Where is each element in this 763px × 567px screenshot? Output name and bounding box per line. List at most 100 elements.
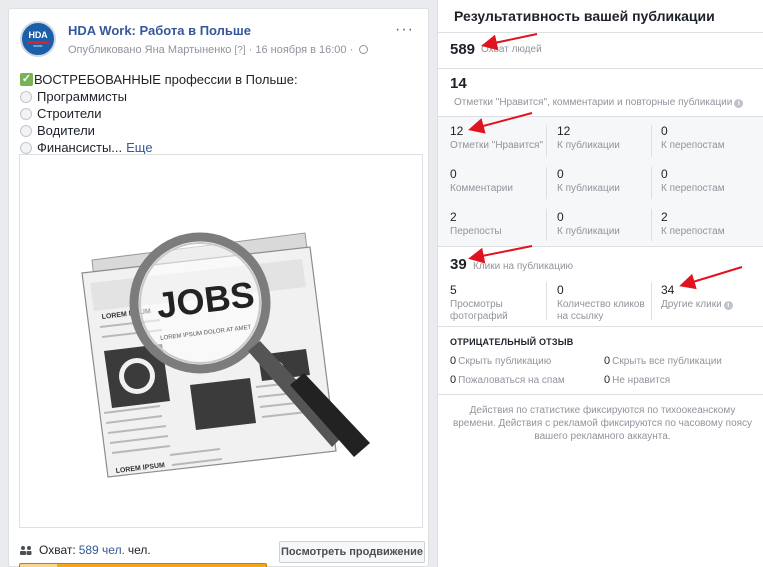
engagement-count: 14 — [450, 75, 467, 92]
post-image[interactable]: LOREM IPSUM LOREM IPSUM JOBS LOREM IPSUM… — [19, 154, 423, 528]
hide-post-stat: 0 Скрыть публикацию — [450, 355, 551, 367]
unlike-label: Не нравится — [612, 375, 671, 386]
bullet-circle-icon — [20, 141, 32, 154]
performance-title: Результативность вашей публикации — [454, 8, 715, 24]
other-clicks-label: Другие клики i — [661, 299, 756, 311]
comments-on-shares-label: К перепостам — [661, 183, 725, 194]
comments-on-post-label: К публикации — [557, 183, 620, 194]
reach-progress-bar — [19, 563, 267, 567]
shares-on-post-cell: 0 К публикации — [557, 210, 620, 238]
avatar-logo-subtext: WORK — [33, 43, 43, 48]
likes-on-shares-count: 0 — [661, 124, 668, 138]
engagement-section: 14 Отметки "Нравится", комментарии и пов… — [438, 68, 763, 116]
info-icon[interactable]: i — [734, 99, 744, 108]
link-clicks-label: Количество кликов на ссылку — [557, 299, 645, 322]
engagement-breakdown-grid: 12 Отметки "Нравится" 12 К публикации 0 … — [438, 116, 763, 246]
reach-count: 589 — [450, 41, 476, 58]
post-date[interactable]: · 16 ноября в 16:00 · — [249, 44, 354, 56]
page-avatar[interactable]: HDA WORK — [20, 21, 56, 57]
footnote-divider — [438, 394, 763, 395]
unlike-count: 0 — [604, 374, 611, 386]
post-header: HDA WORK HDA Work: Работа в Польше Опубл… — [20, 21, 418, 65]
comments-count: 0 — [450, 167, 457, 181]
likes-on-post-cell: 12 К публикации — [557, 124, 620, 152]
clicks-label: Клики на публикацию — [473, 261, 574, 272]
shares-on-post-label: К публикации — [557, 226, 620, 237]
shares-on-shares-label: К перепостам — [661, 226, 725, 237]
report-spam-stat: 0 Пожаловаться на спам — [450, 374, 565, 386]
list-item-label: Программисты — [37, 89, 127, 104]
hide-all-count: 0 — [604, 355, 611, 367]
reach-unit: чел. — [127, 543, 151, 557]
other-clicks-label-text: Другие клики — [661, 299, 722, 310]
comments-on-post-cell: 0 К публикации — [557, 167, 620, 195]
report-spam-label: Пожаловаться на спам — [458, 375, 565, 386]
reach-summary: Охват: 589 чел. чел. — [19, 543, 267, 567]
clicks-section: 39 Клики на публикацию — [438, 246, 763, 276]
likes-on-shares-cell: 0 К перепостам — [661, 124, 725, 152]
photo-views-cell: 5 Просмотры фотографий — [450, 283, 540, 323]
post-intro-line: ✓ ВОСТРЕБОВАННЫЕ профессии в Польше: — [20, 71, 298, 88]
comments-label: Комментарии — [450, 183, 513, 194]
likes-label: Отметки "Нравится" — [450, 140, 544, 151]
likes-on-post-count: 12 — [557, 124, 571, 138]
more-options-button[interactable]: ··· — [395, 22, 414, 38]
bullet-circle-icon — [20, 107, 32, 120]
list-item-label: Водители — [37, 123, 95, 138]
negative-feedback-title: ОТРИЦАТЕЛЬНЫЙ ОТЗЫВ — [450, 337, 574, 347]
reach-value-link[interactable]: 589 чел. — [79, 543, 125, 557]
people-icon — [20, 546, 32, 555]
timezone-footnote: Действия по статистике фиксируются по ти… — [452, 405, 753, 442]
hide-all-label: Скрыть все публикации — [612, 356, 722, 367]
shares-count: 2 — [450, 210, 457, 224]
link-clicks-cell: 0 Количество кликов на ссылку — [557, 283, 647, 323]
engagement-label-text: Отметки "Нравится", комментарии и повтор… — [454, 97, 733, 108]
likes-count: 12 — [450, 124, 464, 138]
reach-count-label: Охват людей — [481, 44, 542, 55]
comments-on-post-count: 0 — [557, 167, 564, 181]
engagement-label: Отметки "Нравится", комментарии и повтор… — [454, 97, 744, 108]
likes-cell: 12 Отметки "Нравится" — [450, 124, 543, 152]
help-link[interactable]: [?] — [234, 45, 245, 56]
post-card: HDA WORK HDA Work: Работа в Польше Опубл… — [8, 8, 429, 567]
post-text: ✓ ВОСТРЕБОВАННЫЕ профессии в Польше: Про… — [20, 71, 298, 156]
comments-cell: 0 Комментарии — [450, 167, 513, 195]
check-mark-icon: ✓ — [20, 73, 33, 86]
other-clicks-count: 34 — [661, 283, 675, 297]
newspaper-magnifier-illustration: LOREM IPSUM LOREM IPSUM JOBS LOREM IPSUM… — [81, 232, 370, 478]
report-spam-count: 0 — [450, 374, 457, 386]
bullet-circle-icon — [20, 124, 32, 137]
photo-views-label: Просмотры фотографий — [450, 299, 508, 322]
list-item: Водители — [20, 122, 298, 139]
list-item: Программисты — [20, 88, 298, 105]
clicks-count: 39 — [450, 256, 467, 273]
page-name-link[interactable]: HDA Work: Работа в Польше — [68, 23, 251, 38]
reach-label: Охват: — [39, 543, 76, 557]
likes-on-post-label: К публикации — [557, 140, 620, 151]
other-clicks-cell: 34 Другие клики i — [661, 283, 756, 311]
link-clicks-count: 0 — [557, 283, 564, 297]
post-author: Опубликовано Яна Мартыненко — [68, 44, 232, 56]
list-item-label: Строители — [37, 106, 102, 121]
shares-on-post-count: 0 — [557, 210, 564, 224]
hide-post-label: Скрыть публикацию — [458, 356, 552, 367]
list-item: Строители — [20, 105, 298, 122]
likes-on-shares-label: К перепостам — [661, 140, 725, 151]
bullet-circle-icon — [20, 90, 32, 103]
shares-on-shares-count: 2 — [661, 210, 668, 224]
reach-label-row: Охват: 589 чел. чел. — [19, 543, 267, 557]
hide-all-stat: 0 Скрыть все публикации — [604, 355, 722, 367]
post-intro-text: ВОСТРЕБОВАННЫЕ профессии в Польше: — [34, 72, 298, 87]
negative-feedback-section: ОТРИЦАТЕЛЬНЫЙ ОТЗЫВ 0 Скрыть публикацию 0… — [438, 326, 763, 394]
post-meta: Опубликовано Яна Мартыненко [?] · 16 ноя… — [68, 44, 369, 56]
shares-on-shares-cell: 2 К перепостам — [661, 210, 725, 238]
shares-label: Перепосты — [450, 226, 502, 237]
clicks-breakdown: 5 Просмотры фотографий 0 Количество клик… — [438, 276, 763, 326]
comments-on-shares-count: 0 — [661, 167, 668, 181]
hide-post-count: 0 — [450, 355, 457, 367]
performance-panel: Результативность вашей публикации 589 Ох… — [437, 0, 763, 567]
unlike-stat: 0 Не нравится — [604, 374, 670, 386]
globe-icon — [359, 45, 369, 54]
view-promotion-button[interactable]: Посмотреть продвижение — [279, 541, 425, 563]
info-icon[interactable]: i — [723, 301, 733, 310]
